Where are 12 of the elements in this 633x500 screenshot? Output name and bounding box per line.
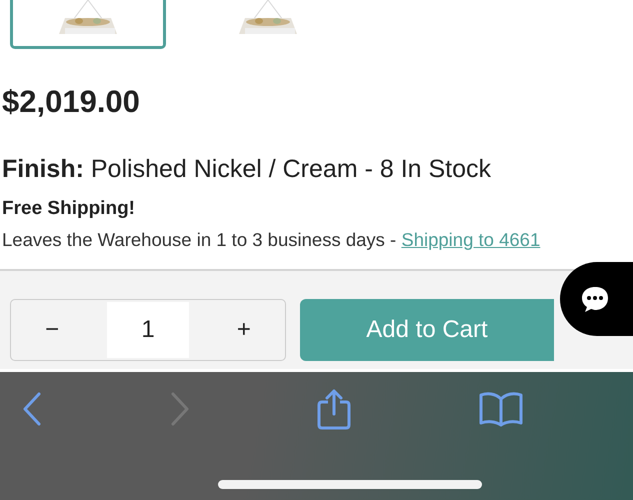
share-icon[interactable] <box>317 388 352 430</box>
free-shipping-text: Free Shipping! <box>1 198 136 220</box>
price: $2,019.00 <box>1 84 141 120</box>
chat-button[interactable] <box>560 262 633 336</box>
shipping-text: Leaves the Warehouse in 1 to 3 business days - <box>2 229 398 250</box>
back-icon[interactable] <box>22 392 42 426</box>
chat-icon <box>580 285 610 313</box>
bookmarks-icon[interactable] <box>478 391 523 427</box>
decrease-button[interactable]: − <box>25 316 80 344</box>
finish-text: Finish: Polished Nickel / Cream - 8 In Stock <box>1 154 492 184</box>
quantity-field[interactable]: 1 <box>107 302 189 358</box>
increase-button[interactable]: + <box>216 316 271 344</box>
